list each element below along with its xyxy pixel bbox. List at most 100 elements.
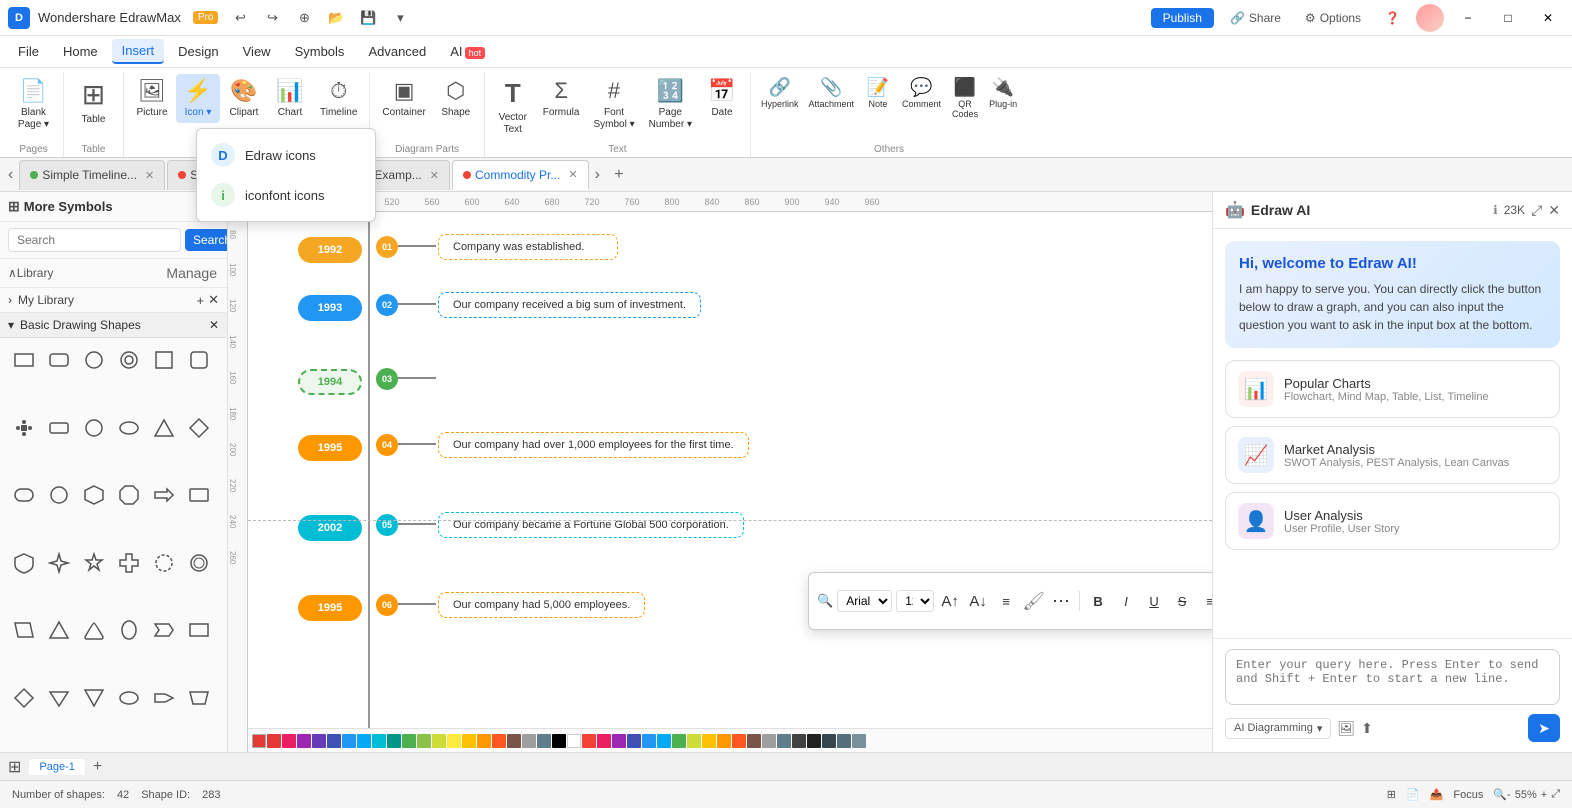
ai-close-btn[interactable]: ✕ (1548, 202, 1560, 219)
focus-label[interactable]: Focus (1453, 789, 1483, 801)
cs-26[interactable] (642, 734, 656, 748)
tl-text-1[interactable]: Our company received a big sum of invest… (438, 292, 701, 318)
shape-circle2[interactable] (78, 412, 110, 444)
tab-3-close[interactable]: ✕ (568, 168, 577, 181)
note-btn[interactable]: 📝 Note (860, 74, 896, 113)
shape-trapezoid[interactable] (183, 682, 215, 714)
cs-8[interactable] (372, 734, 386, 748)
share-btn[interactable]: 🔗 Share (1222, 8, 1289, 28)
shape-circle4[interactable] (148, 547, 180, 579)
cs-23[interactable] (597, 734, 611, 748)
cs-29[interactable] (687, 734, 701, 748)
picture-btn[interactable]: 🖼 Picture (130, 74, 174, 123)
tab-2-close[interactable]: ✕ (430, 169, 439, 182)
shape-chevron[interactable] (148, 614, 180, 646)
shape-circle3[interactable] (43, 479, 75, 511)
open-btn[interactable]: 📂 (322, 7, 350, 29)
save-btn[interactable]: 💾 (354, 7, 382, 29)
shape-rect3[interactable] (183, 479, 215, 511)
redo-btn[interactable]: ↪ (258, 7, 286, 29)
ai-suggestion-popular-charts[interactable]: 📊 Popular Charts Flowchart, Mind Map, Ta… (1225, 360, 1560, 418)
my-library-add[interactable]: + (197, 293, 205, 308)
page-nav-icon[interactable]: ⊞ (8, 757, 21, 777)
menu-view[interactable]: View (233, 40, 281, 63)
shape-cross[interactable] (113, 547, 145, 579)
ai-info-btn[interactable]: ℹ (1493, 203, 1498, 217)
shape-circle[interactable] (78, 344, 110, 376)
shape-rounded-rect3[interactable] (8, 479, 40, 511)
cs-2[interactable] (282, 734, 296, 748)
italic-btn[interactable]: I (1114, 589, 1138, 613)
shape-rect2[interactable] (43, 412, 75, 444)
options-btn[interactable]: ⚙ Options (1297, 8, 1369, 28)
shape-tri4[interactable] (78, 682, 110, 714)
tab-add-btn[interactable]: + (606, 162, 632, 188)
date-btn[interactable]: 📅 Date (700, 74, 744, 123)
page-add-btn[interactable]: + (89, 758, 106, 776)
cs-13[interactable] (447, 734, 461, 748)
canvas-area[interactable]: 400 440 480 520 560 600 640 680 720 760 … (228, 192, 1212, 752)
tl-text-0[interactable]: Company was established. (438, 234, 618, 260)
ai-suggestion-market-analysis[interactable]: 📈 Market Analysis SWOT Analysis, PEST An… (1225, 426, 1560, 484)
shape-btn[interactable]: ⬡ Shape (434, 74, 478, 123)
shape-category-close[interactable]: ✕ (209, 318, 219, 332)
strikethrough-btn[interactable]: S (1170, 589, 1194, 613)
formula-btn[interactable]: Σ Formula (537, 74, 586, 123)
menu-design[interactable]: Design (168, 40, 228, 63)
tab-0[interactable]: Simple Timeline... ✕ (19, 160, 165, 190)
cs-18[interactable] (522, 734, 536, 748)
manage-btn[interactable]: Manage (164, 263, 219, 283)
blank-page-btn[interactable]: 📄 BlankPage ▾ (12, 74, 56, 135)
cs-24[interactable] (612, 734, 626, 748)
cs-38[interactable] (822, 734, 836, 748)
shape-diamond3[interactable] (8, 682, 40, 714)
shape-hexagon[interactable] (78, 479, 110, 511)
shape-ring2[interactable] (183, 547, 215, 579)
menu-ai[interactable]: AIhot (440, 40, 495, 63)
plugin-btn[interactable]: 🔌 Plug-in (985, 74, 1021, 113)
cs-1[interactable] (267, 734, 281, 748)
table-btn[interactable]: ⊞ Table (72, 74, 116, 130)
cs-34[interactable] (762, 734, 776, 748)
minimize-btn[interactable]: − (1452, 7, 1484, 29)
new-btn[interactable]: ⊕ (290, 7, 318, 29)
shape-arrow[interactable] (148, 479, 180, 511)
clipart-btn[interactable]: 🎨 Clipart (222, 74, 266, 123)
layer-icon[interactable]: ⊞ (1387, 788, 1396, 801)
ai-image-icon[interactable]: 🖼 (1337, 720, 1355, 737)
cs-11[interactable] (417, 734, 431, 748)
tl-text-4[interactable]: Our company became a Fortune Global 500 … (438, 512, 744, 538)
vector-text-btn[interactable]: T VectorText (491, 74, 535, 140)
color-indicator[interactable] (252, 734, 266, 748)
ai-export-icon[interactable]: ⬆ (1361, 720, 1373, 737)
hyperlink-btn[interactable]: 🔗 Hyperlink (757, 74, 803, 113)
cs-40[interactable] (852, 734, 866, 748)
font-size-decrease[interactable]: A↓ (966, 589, 990, 613)
tl-text-3[interactable]: Our company had over 1,000 employees for… (438, 432, 749, 458)
cs-22[interactable] (582, 734, 596, 748)
shape-tri3[interactable] (43, 682, 75, 714)
cs-36[interactable] (792, 734, 806, 748)
cs-28[interactable] (672, 734, 686, 748)
shape-square[interactable] (148, 344, 180, 376)
cs-3[interactable] (297, 734, 311, 748)
shape-diamond-sm[interactable] (8, 412, 40, 444)
ai-send-btn[interactable]: ➤ (1528, 714, 1560, 742)
maximize-btn[interactable]: □ (1492, 7, 1524, 29)
page-tab-1[interactable]: Page-1 (29, 759, 84, 775)
paintbrush-icon[interactable]: 🖌 (1022, 591, 1045, 612)
cs-16[interactable] (492, 734, 506, 748)
qr-codes-btn[interactable]: ⬛ QRCodes (947, 74, 983, 123)
cs-21[interactable] (567, 734, 581, 748)
page-icon[interactable]: 📄 (1406, 788, 1420, 801)
attachment-btn[interactable]: 📎 Attachment (805, 74, 859, 113)
menu-insert[interactable]: Insert (112, 39, 165, 64)
bold-btn[interactable]: B (1086, 589, 1110, 613)
user-avatar[interactable] (1416, 4, 1444, 32)
page-number-btn[interactable]: 🔢 PageNumber ▾ (643, 74, 698, 135)
zoom-in-icon[interactable]: + (1541, 789, 1547, 801)
font-select[interactable]: Arial (837, 590, 892, 612)
search-button[interactable]: Search (185, 229, 228, 251)
shape-star6[interactable] (78, 547, 110, 579)
icon-btn[interactable]: ⚡ Icon ▾ (176, 74, 220, 123)
